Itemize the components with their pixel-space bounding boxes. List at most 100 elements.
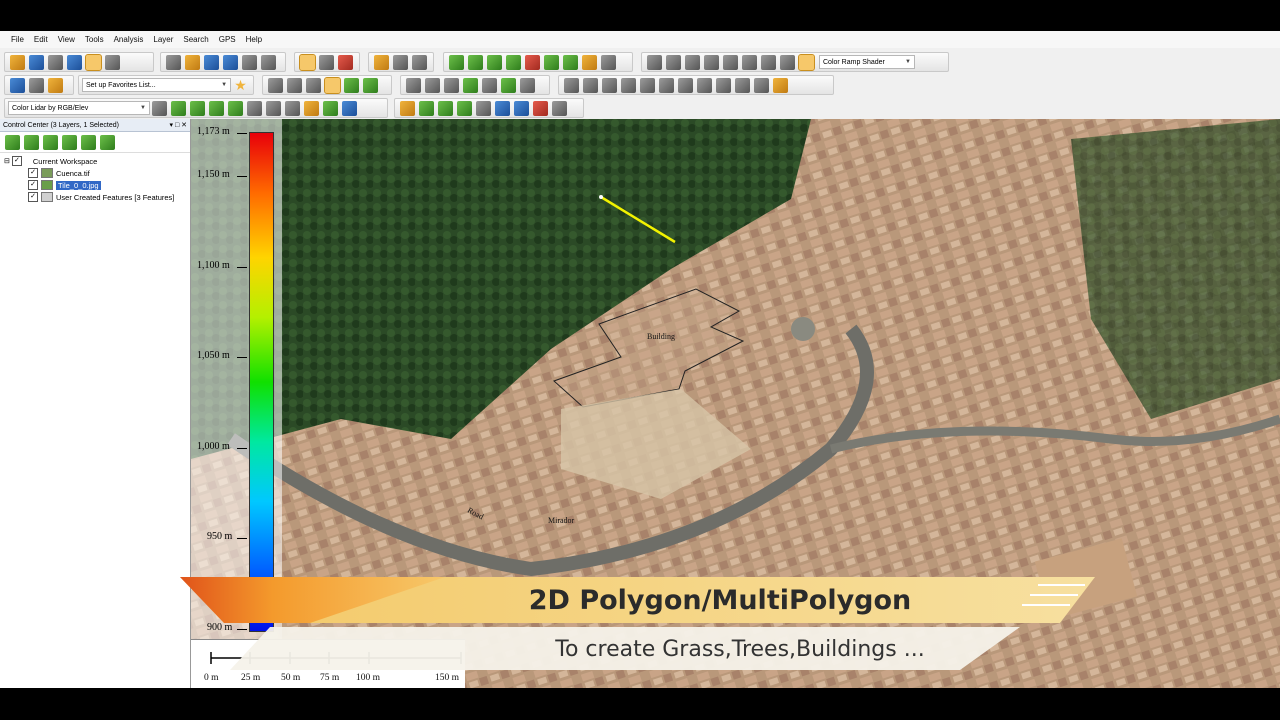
- web-map-icon[interactable]: [10, 77, 25, 93]
- menu-layer[interactable]: Layer: [148, 35, 178, 44]
- create-line-icon[interactable]: [268, 77, 283, 93]
- create-area-icon[interactable]: [324, 76, 341, 94]
- find-icon[interactable]: [412, 54, 427, 70]
- join-icon[interactable]: [640, 77, 655, 93]
- move-icon[interactable]: [564, 77, 579, 93]
- lidar-filter-icon[interactable]: [209, 100, 224, 116]
- sort-icon[interactable]: [742, 54, 757, 70]
- key-icon[interactable]: [552, 100, 567, 116]
- edit-vertex-icon[interactable]: [520, 77, 535, 93]
- view-shed-icon[interactable]: [506, 54, 521, 70]
- daylight-icon[interactable]: [48, 77, 63, 93]
- maximize-icon[interactable]: □: [175, 122, 179, 129]
- control-center-icon[interactable]: [85, 53, 102, 71]
- contour-icon[interactable]: [468, 54, 483, 70]
- draw-line-icon[interactable]: [344, 77, 359, 93]
- edit-line-icon[interactable]: [306, 77, 321, 93]
- percent-icon[interactable]: [723, 54, 738, 70]
- shrub-icon[interactable]: [438, 100, 453, 116]
- zoom-in-icon[interactable]: [204, 54, 219, 70]
- buffer-icon[interactable]: [697, 77, 712, 93]
- layer-info-icon[interactable]: [100, 134, 115, 150]
- crop-icon[interactable]: [773, 77, 788, 93]
- edit-pencil-icon[interactable]: [406, 77, 421, 93]
- pattern-icon[interactable]: [266, 100, 281, 116]
- workspace-row[interactable]: ⊟ ✓ Current Workspace: [0, 155, 190, 167]
- menu-tools[interactable]: Tools: [80, 35, 109, 44]
- draw-point-icon[interactable]: [363, 77, 378, 93]
- split-icon[interactable]: [685, 54, 700, 70]
- lidar-color-dropdown[interactable]: Color Lidar by RGB/Elev ▼: [8, 101, 150, 115]
- simplify-icon[interactable]: [716, 77, 731, 93]
- create-point-line-icon[interactable]: [287, 77, 302, 93]
- lidar-classify-icon[interactable]: [190, 100, 205, 116]
- lidar-select-icon[interactable]: [323, 100, 338, 116]
- digitizer-pencil-icon[interactable]: [299, 53, 316, 71]
- menu-edit[interactable]: Edit: [29, 35, 53, 44]
- water-icon[interactable]: [495, 100, 510, 116]
- snap-icon[interactable]: [754, 77, 769, 93]
- sun-angle-icon[interactable]: [761, 54, 776, 70]
- lidar-points-icon[interactable]: [152, 100, 167, 116]
- grass-icon[interactable]: [419, 100, 434, 116]
- zoom-out-icon[interactable]: [223, 54, 238, 70]
- home-icon[interactable]: [261, 54, 276, 70]
- measure-ruler-icon[interactable]: [374, 54, 389, 70]
- mountain-icon[interactable]: [400, 100, 415, 116]
- overview-icon[interactable]: [105, 54, 120, 70]
- close-icon[interactable]: ✕: [181, 122, 187, 129]
- lidar-extract-icon[interactable]: [342, 100, 357, 116]
- menu-gps[interactable]: GPS: [214, 35, 241, 44]
- target-icon[interactable]: [425, 77, 440, 93]
- grid-points-icon[interactable]: [285, 100, 300, 116]
- triangle-warning-icon[interactable]: [247, 100, 262, 116]
- info-icon[interactable]: [393, 54, 408, 70]
- cut-icon[interactable]: [621, 77, 636, 93]
- pin-icon[interactable]: ▾: [169, 122, 173, 129]
- layer-row-tile[interactable]: ✓ Tile_0_0.jpg: [0, 179, 190, 191]
- scale-icon[interactable]: [602, 77, 617, 93]
- layer-zoom-icon[interactable]: [81, 134, 96, 150]
- drop-icon[interactable]: [514, 100, 529, 116]
- delete-feature-icon[interactable]: [338, 54, 353, 70]
- split-line-icon[interactable]: [659, 77, 674, 93]
- layer-checkbox[interactable]: ✓: [28, 168, 38, 178]
- save-icon[interactable]: [48, 54, 63, 70]
- layer-options-icon[interactable]: [62, 134, 77, 150]
- shader-icon[interactable]: [798, 53, 815, 71]
- lidar-profile-icon[interactable]: [228, 100, 243, 116]
- workspace-checkbox[interactable]: ✓: [11, 156, 22, 166]
- combine-terrain-icon[interactable]: [563, 54, 578, 70]
- menu-view[interactable]: View: [53, 35, 80, 44]
- shader-dropdown[interactable]: Color Ramp Shader ▼: [819, 55, 915, 69]
- layer-row-features[interactable]: ✓ User Created Features [3 Features]: [0, 191, 190, 203]
- add-layer-icon[interactable]: [5, 134, 20, 150]
- fill-icon[interactable]: [482, 77, 497, 93]
- layer-up-icon[interactable]: [24, 134, 39, 150]
- menu-file[interactable]: File: [6, 35, 29, 44]
- smooth-icon[interactable]: [735, 77, 750, 93]
- menu-analysis[interactable]: Analysis: [109, 35, 149, 44]
- globe-icon[interactable]: [29, 54, 44, 70]
- watershed-icon[interactable]: [525, 54, 540, 70]
- merge-icon[interactable]: [704, 54, 719, 70]
- layer-checkbox[interactable]: ✓: [28, 180, 38, 190]
- lidar-ground-icon[interactable]: [171, 100, 186, 116]
- select-arrow-icon[interactable]: [166, 54, 181, 70]
- digitizer-select-icon[interactable]: [319, 54, 334, 70]
- vertical-exaggeration-icon[interactable]: [780, 54, 795, 70]
- export-icon[interactable]: [67, 54, 82, 70]
- star-icon[interactable]: ★: [233, 77, 248, 93]
- menu-help[interactable]: Help: [241, 35, 267, 44]
- open-folder-icon[interactable]: [10, 54, 25, 70]
- layer-down-icon[interactable]: [43, 134, 58, 150]
- gradient-icon[interactable]: [582, 54, 597, 70]
- layout-icon[interactable]: [647, 54, 662, 70]
- back-arrow-icon[interactable]: [242, 54, 257, 70]
- favorites-dropdown[interactable]: Set up Favorites List... ▼: [82, 78, 232, 92]
- layer-row-cuenca[interactable]: ✓ Cuenca.tif: [0, 167, 190, 179]
- lidar-tools-icon[interactable]: [601, 54, 616, 70]
- offset-icon[interactable]: [678, 77, 693, 93]
- menu-search[interactable]: Search: [178, 35, 213, 44]
- line-vertex[interactable]: [599, 195, 603, 199]
